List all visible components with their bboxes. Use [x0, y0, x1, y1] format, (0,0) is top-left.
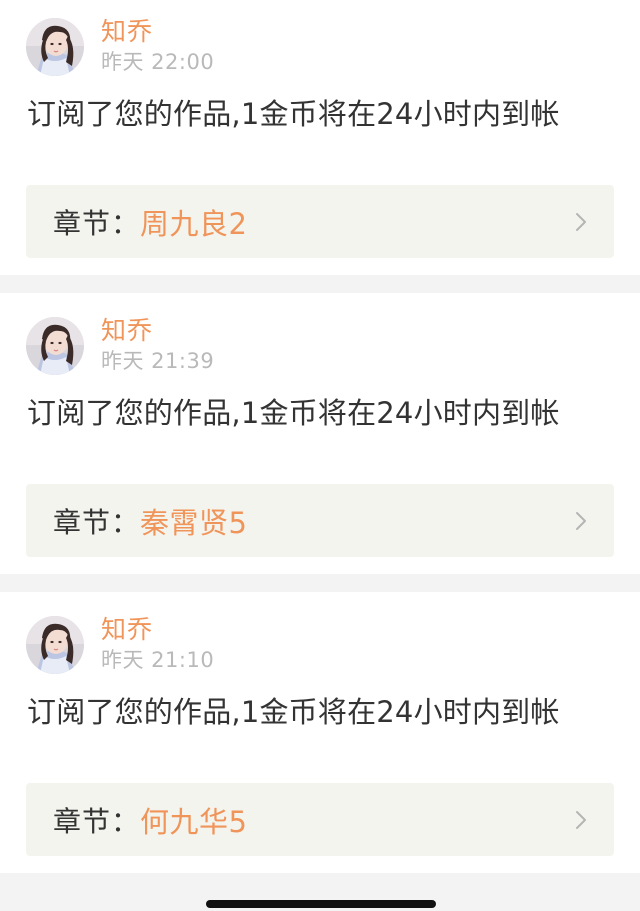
notification-header: 知乔 昨天 21:10 — [26, 614, 214, 676]
user-meta: 知乔 昨天 21:10 — [101, 614, 214, 674]
avatar[interactable] — [26, 317, 84, 375]
home-indicator[interactable] — [206, 900, 436, 908]
notification-message: 订阅了您的作品,1金币将在24小时内到帐 — [27, 97, 560, 131]
user-name[interactable]: 知乔 — [101, 16, 214, 48]
notification-feed: 知乔 昨天 22:00 订阅了您的作品,1金币将在24小时内到帐 章节： 周九良… — [0, 0, 640, 911]
chevron-right-icon — [576, 810, 586, 829]
chevron-right-icon — [576, 212, 586, 231]
notification-card: 知乔 昨天 22:00 订阅了您的作品,1金币将在24小时内到帐 章节： 周九良… — [0, 0, 640, 275]
avatar-image — [26, 616, 84, 674]
chapter-link[interactable]: 章节： 何九华5 — [26, 783, 614, 856]
user-name[interactable]: 知乔 — [101, 614, 214, 646]
user-name[interactable]: 知乔 — [101, 315, 214, 347]
avatar[interactable] — [26, 18, 84, 76]
timestamp: 昨天 22:00 — [101, 50, 215, 74]
chapter-label: 章节： — [53, 505, 141, 539]
chapter-title: 何九华5 — [140, 804, 248, 839]
avatar[interactable] — [26, 616, 84, 674]
chevron-right-icon — [576, 511, 586, 530]
chapter-link[interactable]: 章节： 秦霄贤5 — [26, 484, 614, 557]
timestamp: 昨天 21:10 — [101, 648, 215, 672]
notification-card: 知乔 昨天 21:39 订阅了您的作品,1金币将在24小时内到帐 章节： 秦霄贤… — [0, 293, 640, 574]
avatar-image — [26, 317, 84, 375]
notification-header: 知乔 昨天 21:39 — [26, 315, 214, 377]
user-meta: 知乔 昨天 22:00 — [101, 16, 214, 76]
user-meta: 知乔 昨天 21:39 — [101, 315, 214, 375]
notification-message: 订阅了您的作品,1金币将在24小时内到帐 — [27, 396, 560, 430]
notification-message: 订阅了您的作品,1金币将在24小时内到帐 — [27, 695, 560, 729]
chapter-link[interactable]: 章节： 周九良2 — [26, 185, 614, 258]
chapter-title: 周九良2 — [140, 206, 248, 241]
chapter-label: 章节： — [53, 804, 141, 838]
chapter-label: 章节： — [53, 206, 141, 240]
chapter-title: 秦霄贤5 — [140, 505, 248, 540]
timestamp: 昨天 21:39 — [101, 349, 215, 373]
notification-header: 知乔 昨天 22:00 — [26, 16, 214, 78]
notification-card: 知乔 昨天 21:10 订阅了您的作品,1金币将在24小时内到帐 章节： 何九华… — [0, 592, 640, 873]
avatar-image — [26, 18, 84, 76]
